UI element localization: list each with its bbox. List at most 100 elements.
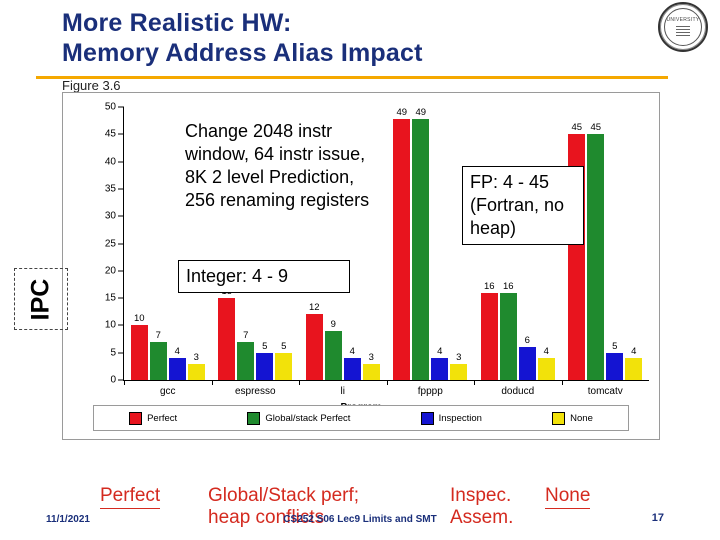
chart-bar: 45 [587, 107, 605, 380]
chart-bar-rect [275, 352, 293, 380]
chart-bar-value: 10 [133, 313, 145, 325]
chart-bar-value: 45 [590, 122, 602, 134]
chart-bar-rect [480, 292, 498, 380]
chart-bar-value: 4 [174, 346, 180, 358]
y-axis-tick-label: 5 [110, 347, 116, 359]
chart-bar-rect [256, 352, 274, 380]
chart-bar-group: 49 49 4 3 fpppp [386, 107, 475, 397]
title-divider [36, 76, 668, 79]
chart-bar-value: 3 [193, 351, 199, 363]
legend-item: Global/stack Perfect [247, 411, 351, 425]
chart-bar: 4 [431, 107, 449, 380]
y-axis-title-box: IPC [14, 268, 68, 330]
chart-bar-value: 49 [415, 107, 427, 118]
page-title: More Realistic HW: Memory Address Alias … [62, 8, 652, 68]
chart-bar-value: 3 [368, 351, 374, 363]
y-axis-tick-mark [118, 270, 124, 272]
y-axis-title: IPC [26, 278, 55, 320]
y-axis-tick-label: 15 [104, 292, 116, 304]
chart-bar-rect [130, 325, 148, 380]
chart-bar-rect [625, 358, 643, 380]
y-axis-tick-label: 40 [104, 156, 116, 168]
chart-bar-rect [393, 119, 411, 380]
chart-bar-value: 16 [502, 280, 514, 292]
callout-fp-range: FP: 4 - 45 (Fortran, no heap) [462, 166, 584, 245]
seal-label: UNIVERSITY [666, 17, 700, 23]
legend-item: Perfect [129, 411, 177, 425]
chart-legend: Perfect Global/stack Perfect Inspection Non… [93, 405, 629, 431]
chart-bar-value: 49 [396, 107, 408, 118]
chart-bar: 4 [625, 107, 643, 380]
footer-page-number: 17 [651, 512, 664, 524]
chart-bar-value: 16 [483, 280, 495, 292]
y-axis-tick-label: 20 [104, 265, 116, 277]
chart-bar-rect [412, 119, 430, 380]
annotation-none: None [545, 485, 591, 509]
chart-bar-rect [343, 358, 361, 380]
y-axis-tick-label: 35 [104, 183, 116, 195]
seal-emblem [676, 26, 690, 36]
chart-bar-rect [606, 352, 624, 380]
legend-swatch [420, 411, 434, 425]
y-axis-tick-mark [118, 324, 124, 326]
legend-swatch [129, 411, 143, 425]
legend-label: Inspection [438, 412, 482, 424]
chart-bar-value: 5 [612, 340, 618, 352]
chart-bar-value: 4 [437, 346, 443, 358]
x-axis-tick-mark [561, 380, 563, 385]
chart-bar-rect [187, 363, 205, 380]
y-axis-tick-mark [118, 133, 124, 135]
y-axis-tick-mark [118, 379, 124, 381]
chart-bar-rect [362, 363, 380, 380]
chart-bar: 49 [393, 107, 411, 380]
chart-bar-rect [587, 134, 605, 380]
callout-integer-range: Integer: 4 - 9 [178, 260, 350, 293]
legend-swatch [247, 411, 261, 425]
chart-bar-value: 9 [330, 318, 336, 330]
figure-label: Figure 3.6 [62, 78, 121, 93]
chart-bar: 10 [130, 107, 148, 380]
chart-bar-rect [305, 314, 323, 380]
chart-bar-value: 12 [308, 302, 320, 314]
x-axis-tick-label: doducd [501, 386, 535, 397]
y-axis-tick-label: 10 [104, 319, 116, 331]
legend-label: None [570, 412, 593, 424]
chart-bar: 49 [412, 107, 430, 380]
annotation-inspec-line1: Inspec. [450, 485, 512, 506]
chart-bar-rect [518, 347, 536, 380]
y-axis-tick-mark [118, 352, 124, 354]
chart-bar-rect [499, 292, 517, 380]
y-axis-tick-mark [118, 243, 124, 244]
x-axis-tick-mark [211, 380, 213, 385]
x-axis-tick-mark [474, 380, 475, 385]
x-axis-tick-label: li [340, 386, 345, 397]
chart-bar-rect [149, 341, 167, 380]
y-axis-tick-mark [118, 188, 124, 190]
chart-bar-rect [324, 330, 342, 380]
chart-bar-value: 45 [571, 122, 583, 134]
annotation-perfect: Perfect [100, 485, 161, 509]
legend-item: Inspection [420, 411, 482, 425]
legend-item: None [552, 411, 593, 425]
annotation-global-line1: Global/Stack perf; [208, 485, 360, 506]
chart-bar-value: 6 [524, 335, 530, 347]
chart-bar-rect [218, 298, 236, 380]
legend-label: Global/stack Perfect [265, 412, 351, 424]
y-axis-tick-mark [118, 297, 124, 299]
y-axis-tick-mark [118, 161, 124, 163]
callout-change-config: Change 2048 instr window, 64 instr issue… [178, 116, 390, 216]
x-axis-tick-label: tomcatv [587, 386, 623, 397]
chart-bar-value: 7 [155, 329, 161, 341]
chart-bar-value: 3 [456, 351, 462, 363]
y-axis-tick-label: 0 [110, 374, 116, 386]
chart-bar: 5 [606, 107, 624, 380]
y-axis-tick-label: 30 [104, 210, 116, 222]
y-axis-tick-label: 25 [104, 238, 116, 249]
university-seal-icon: UNIVERSITY [658, 2, 708, 52]
chart-bar-value: 4 [631, 346, 637, 358]
chart-bar-rect [431, 358, 449, 380]
chart-bar-value: 5 [281, 340, 287, 352]
x-axis-tick-mark [299, 380, 300, 385]
chart-bar-value: 7 [243, 329, 249, 341]
y-axis-tick-mark [118, 106, 124, 108]
